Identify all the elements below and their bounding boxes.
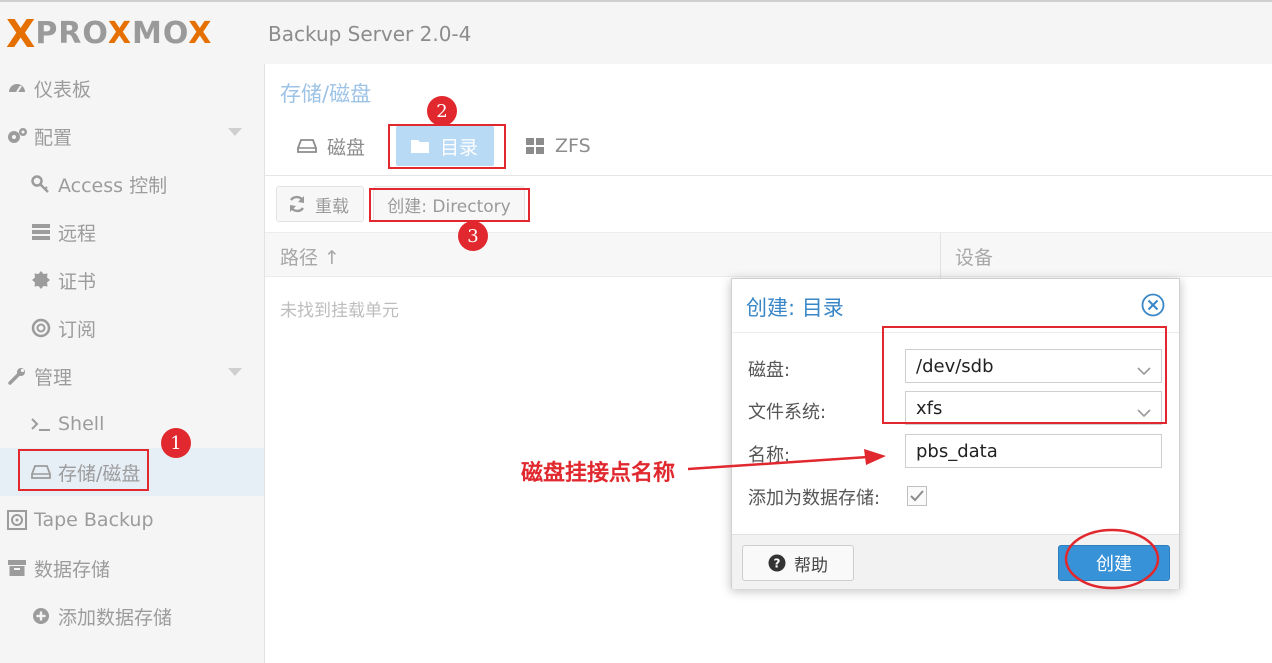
dialog-footer: ? 帮助 创建	[732, 534, 1179, 589]
create-button[interactable]: 创建	[1058, 545, 1170, 581]
annotation-box-storage	[18, 449, 149, 491]
plus-circle-icon	[30, 605, 52, 627]
wrench-icon	[6, 365, 28, 387]
add-datastore-label: 添加为数据存储:	[748, 488, 881, 509]
check-icon	[910, 490, 924, 502]
sidebar-item-access[interactable]: Access 控制	[0, 160, 264, 208]
terminal-icon	[30, 413, 52, 435]
filesystem-label: 文件系统:	[748, 402, 827, 423]
sidebar-item-subscription[interactable]: 订阅	[0, 304, 264, 352]
sidebar-item-datastore[interactable]: 数据存储	[0, 544, 264, 592]
disk-label: 磁盘:	[748, 360, 791, 381]
empty-grid-message: 未找到挂载单元	[280, 301, 399, 321]
annotation-badge-1: 1	[161, 428, 191, 458]
annotation-box-directory-tab	[388, 124, 506, 169]
sidebar-item-administration[interactable]: 管理	[0, 352, 264, 400]
sidebar-item-tape-backup[interactable]: Tape Backup	[0, 496, 264, 544]
refresh-icon	[287, 194, 307, 214]
create-directory-dialog: 创建: 目录 磁盘: /dev/sdb 文件系统: xfs 名称: pbs_da…	[731, 278, 1180, 589]
name-input[interactable]: pbs_data	[905, 434, 1162, 468]
add-datastore-checkbox[interactable]	[907, 486, 927, 506]
svg-text:?: ?	[774, 557, 781, 571]
chevron-down-icon[interactable]	[228, 128, 242, 136]
sidebar-item-remote[interactable]: 远程	[0, 208, 264, 256]
dashboard-icon	[6, 77, 28, 99]
tape-icon	[6, 509, 28, 531]
app-header: X PROXMOX Backup Server 2.0-4	[0, 0, 1272, 64]
proxmox-logo: X PROXMOX	[6, 12, 213, 56]
annotation-box-disk-fs	[882, 326, 1167, 424]
dialog-title: 创建: 目录	[746, 296, 844, 320]
help-button[interactable]: ? 帮助	[742, 545, 854, 581]
annotation-box-create	[369, 188, 530, 222]
sidebar-item-add-datastore[interactable]: 添加数据存储	[0, 592, 264, 640]
annotation-mount-name-text: 磁盘挂接点名称	[521, 461, 676, 486]
grid-icon	[525, 137, 545, 155]
tab-disks[interactable]: 磁盘	[297, 126, 365, 166]
name-label: 名称:	[748, 445, 791, 466]
question-circle-icon: ?	[768, 554, 786, 572]
column-divider	[940, 233, 941, 278]
annotation-badge-3: 3	[458, 221, 488, 251]
chevron-down-icon[interactable]	[228, 368, 242, 376]
certificate-icon	[30, 269, 52, 291]
tabbar-divider	[265, 175, 1272, 176]
server-icon	[30, 221, 52, 243]
sidebar-item-shell[interactable]: Shell	[0, 400, 264, 448]
key-icon	[30, 173, 52, 195]
hdd-icon	[297, 138, 317, 154]
archive-icon	[6, 557, 28, 579]
annotation-badge-2: 2	[427, 96, 457, 126]
reload-button[interactable]: 重载	[276, 186, 364, 222]
gears-icon	[6, 125, 28, 147]
column-header-device[interactable]: 设备	[955, 243, 993, 270]
page-title: 存储/磁盘	[280, 82, 372, 106]
sidebar-item-certificates[interactable]: 证书	[0, 256, 264, 304]
sidebar-item-config[interactable]: 配置	[0, 112, 264, 160]
product-version: Backup Server 2.0-4	[268, 22, 472, 46]
column-header-path[interactable]: 路径 ↑	[280, 243, 340, 270]
tab-zfs[interactable]: ZFS	[525, 126, 591, 166]
sidebar-item-dashboard[interactable]: 仪表板	[0, 64, 264, 112]
support-icon	[30, 317, 52, 339]
grid-header: 路径 ↑ 设备	[265, 232, 1272, 278]
sidebar: 仪表板 配置 Access 控制 远程 证书 订阅 管理 Shell 存储/磁盘…	[0, 64, 265, 663]
close-icon[interactable]	[1141, 293, 1165, 317]
